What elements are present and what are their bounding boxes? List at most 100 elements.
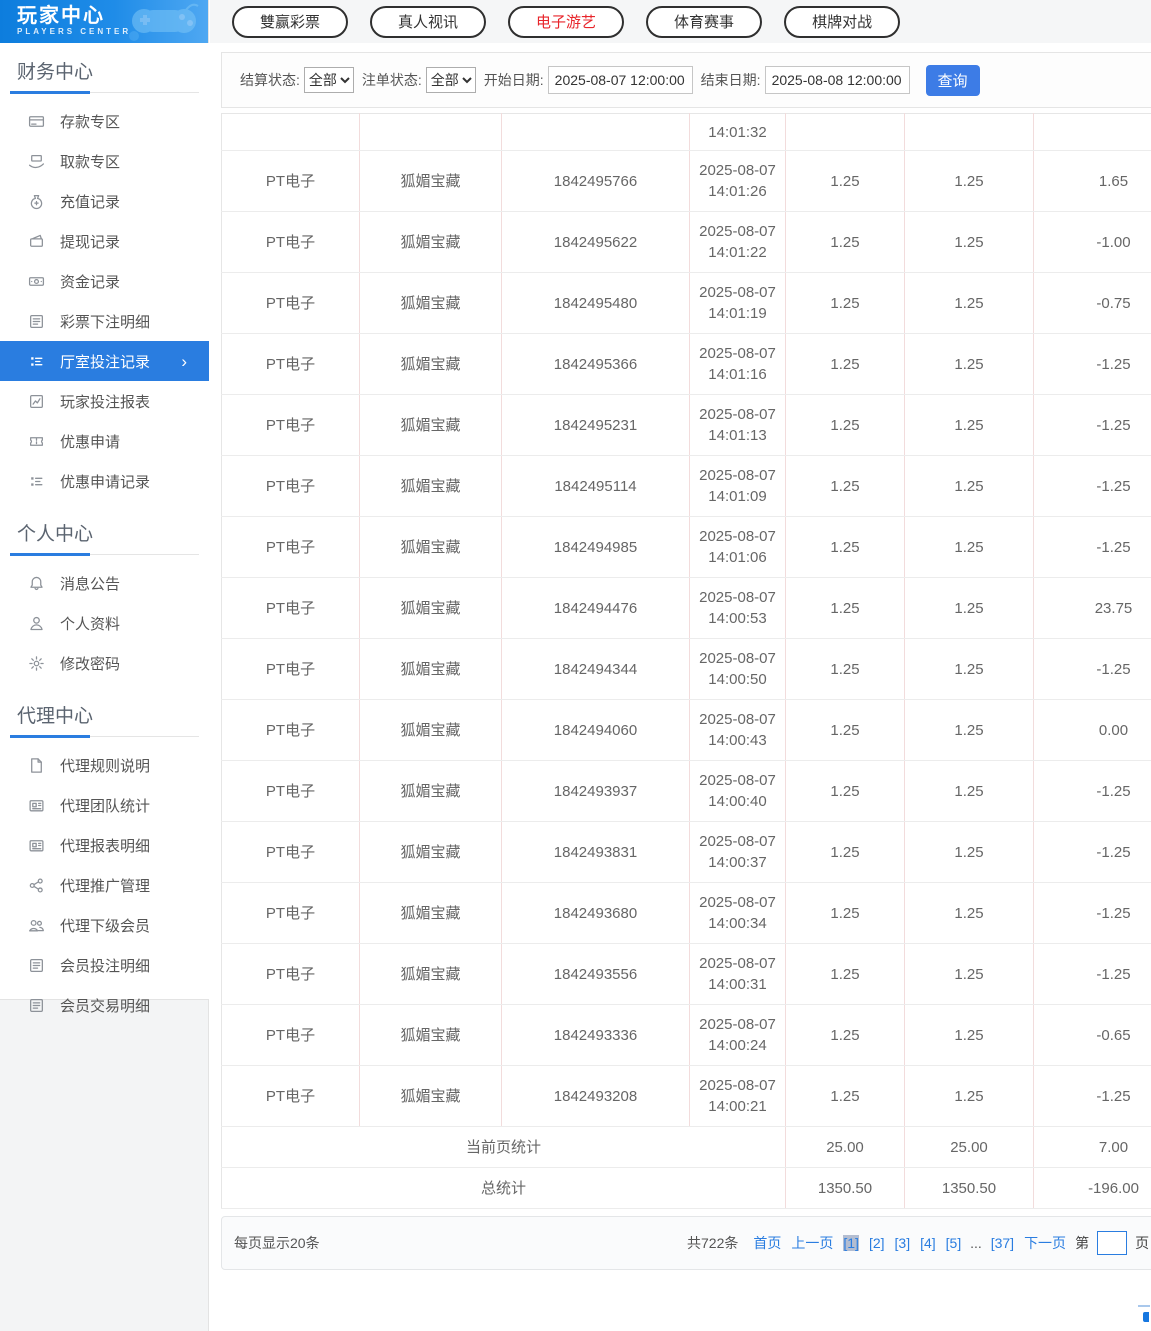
table-cell: 1.25 [904, 150, 1034, 212]
table-cell [501, 113, 690, 151]
table-row: PT电子 狐媚宝藏 1842493556 2025-08-07 14:00:31 1.25… [221, 943, 1151, 1005]
table-row: PT电子 狐媚宝藏 1842495231 2025-08-07 14:01:13 1.25… [221, 394, 1151, 456]
table-cell: 狐媚宝藏 [359, 699, 502, 761]
table-cell: PT电子 [221, 211, 360, 273]
sidebar-item[interactable]: 充值记录 [0, 181, 209, 221]
sidebar-item-label: 玩家投注报表 [60, 393, 151, 411]
page-link-37[interactable]: [37] [991, 1235, 1014, 1251]
sidebar-item[interactable]: 代理推广管理 [0, 865, 209, 905]
sidebar-item[interactable]: 个人资料 [0, 603, 209, 643]
table-cell: -1.25 [1033, 638, 1151, 700]
table-cell: 1.25 [785, 1065, 905, 1127]
goto-page-input[interactable] [1097, 1231, 1128, 1255]
table-cell-datetime: 2025-08-07 14:00:31 [689, 943, 786, 1005]
tab-棋牌对战[interactable]: 棋牌对战 [784, 5, 901, 38]
sidebar-item-label: 优惠申请记录 [60, 473, 151, 491]
sidebar-item-label: 资金记录 [60, 273, 121, 291]
sidebar-item[interactable]: 存款专区 [0, 101, 209, 141]
table-cell: PT电子 [221, 821, 360, 883]
table-cell-datetime: 2025-08-07 14:01:16 [689, 333, 786, 395]
table-cell: 1842495622 [501, 211, 690, 273]
sidebar-item[interactable]: 玩家投注报表 [0, 381, 209, 421]
sidebar-item[interactable]: 优惠申请记录 [0, 461, 209, 501]
tab-真人视讯[interactable]: 真人视讯 [370, 5, 487, 38]
table-cell: 1842494985 [501, 516, 690, 578]
page-links: [1] [2] [3] [4] [5] ... [37] [838, 1235, 1019, 1251]
sidebar-section-items: 消息公告个人资料 修改密码 [0, 555, 209, 687]
first-page-link[interactable]: 首页 [753, 1233, 781, 1253]
table-cell [785, 113, 905, 151]
sidebar-item[interactable]: 取款专区 [0, 141, 209, 181]
sidebar-item[interactable]: 彩票下注明细 [0, 301, 209, 341]
page-link-1[interactable]: [1] [843, 1235, 859, 1251]
prev-page-link[interactable]: 上一页 [791, 1233, 833, 1253]
sidebar-item-label: 消息公告 [60, 575, 121, 593]
table-cell: 1.25 [785, 699, 905, 761]
table-cell: 狐媚宝藏 [359, 1065, 502, 1127]
table-cell [1033, 113, 1151, 151]
sidebar-item[interactable]: 代理团队统计 [0, 785, 209, 825]
goto-prefix: 第 [1075, 1235, 1090, 1251]
sidebar-item[interactable]: 代理报表明细 [0, 825, 209, 865]
page-ellipsis: ... [966, 1235, 986, 1251]
order-status-select[interactable]: 全部 [425, 67, 476, 93]
page-link-3[interactable]: [3] [895, 1235, 911, 1251]
summary-label: 当前页统计 [221, 1126, 786, 1168]
table-cell: -1.25 [1033, 882, 1151, 944]
table-cell: 14:01:32 [689, 113, 786, 151]
table-cell: -1.25 [1033, 821, 1151, 883]
page-link-4[interactable]: [4] [920, 1235, 936, 1251]
table-cell: PT电子 [221, 1004, 360, 1066]
next-page-link[interactable]: 下一页 [1024, 1233, 1066, 1253]
table-cell-datetime: 2025-08-07 14:00:53 [689, 577, 786, 639]
goto-suffix: 页 [1135, 1235, 1150, 1251]
table-cell-datetime: 2025-08-07 14:01:09 [689, 455, 786, 517]
table-cell: 1.25 [904, 1004, 1034, 1066]
pagination-bar: 每页显示20条 共722条 首页 上一页 [1] [2] [3] [4] [5] ...… [221, 1216, 1151, 1270]
sidebar-section-title: 财务中心 [10, 43, 199, 94]
table-cell: 1842494476 [501, 577, 690, 639]
table-row: PT电子 狐媚宝藏 1842493831 2025-08-07 14:00:37 1.25… [221, 821, 1151, 883]
sidebar-item[interactable]: 厅室投注记录 › [0, 341, 209, 381]
sidebar-item-label: 代理推广管理 [60, 877, 151, 895]
tab-电子游艺[interactable]: 电子游艺 [508, 5, 625, 38]
sidebar-item-label: 彩票下注明细 [60, 313, 151, 331]
table-cell: -1.25 [1033, 943, 1151, 1005]
tab-体育赛事[interactable]: 体育赛事 [646, 5, 763, 38]
table-cell: 1842493831 [501, 821, 690, 883]
sidebar-panel: 财务中心存款专区 取款专区 充值记录 提现记录资金记录彩票下注明细厅室投注记录 › 玩家投… [0, 43, 209, 1015]
total-count: 共722条 [687, 1235, 739, 1251]
table-cell: PT电子 [221, 272, 360, 334]
sidebar-item[interactable]: 代理规则说明 [0, 745, 209, 785]
bets-table: 14:01:32 PT电子 狐媚宝藏 1842495766 2025-08-07 14:0… [221, 113, 1151, 1209]
table-cell: -1.25 [1033, 516, 1151, 578]
sidebar-item[interactable]: 提现记录 [0, 221, 209, 261]
end-date-label: 结束日期: [700, 72, 761, 88]
page-link-5[interactable]: [5] [946, 1235, 962, 1251]
table-cell: 狐媚宝藏 [359, 638, 502, 700]
sidebar-item[interactable]: 代理下级会员 [0, 905, 209, 945]
sidebar-item[interactable]: 消息公告 [0, 563, 209, 603]
start-date-input[interactable] [547, 66, 693, 94]
bets-table-wrap: 14:01:32 PT电子 狐媚宝藏 1842495766 2025-08-07 14:0… [221, 113, 1151, 1209]
sidebar-item[interactable]: 会员投注明细 [0, 945, 209, 985]
sidebar-item[interactable]: 资金记录 [0, 261, 209, 301]
table-cell: 1842493556 [501, 943, 690, 1005]
page-link-2[interactable]: [2] [869, 1235, 885, 1251]
end-date-input[interactable] [764, 66, 910, 94]
table-cell: 1842493680 [501, 882, 690, 944]
settle-status-select[interactable]: 全部 [303, 67, 354, 93]
sidebar-item[interactable]: 会员交易明细 [0, 985, 209, 1025]
table-cell: PT电子 [221, 882, 360, 944]
table-cell: PT电子 [221, 455, 360, 517]
query-button[interactable]: 查询 [925, 64, 980, 96]
sidebar-item[interactable]: 修改密码 [0, 643, 209, 683]
table-cell: 1842494060 [501, 699, 690, 761]
table-cell: 1.25 [785, 760, 905, 822]
table-row: PT电子 狐媚宝藏 1842493208 2025-08-07 14:00:21 1.25… [221, 1065, 1151, 1127]
tab-雙赢彩票[interactable]: 雙赢彩票 [232, 5, 349, 38]
floating-widget-fragment[interactable] [1137, 1305, 1151, 1331]
sidebar-item[interactable]: 优惠申请 [0, 421, 209, 461]
table-cell: PT电子 [221, 638, 360, 700]
table-cell: 1.25 [904, 333, 1034, 395]
